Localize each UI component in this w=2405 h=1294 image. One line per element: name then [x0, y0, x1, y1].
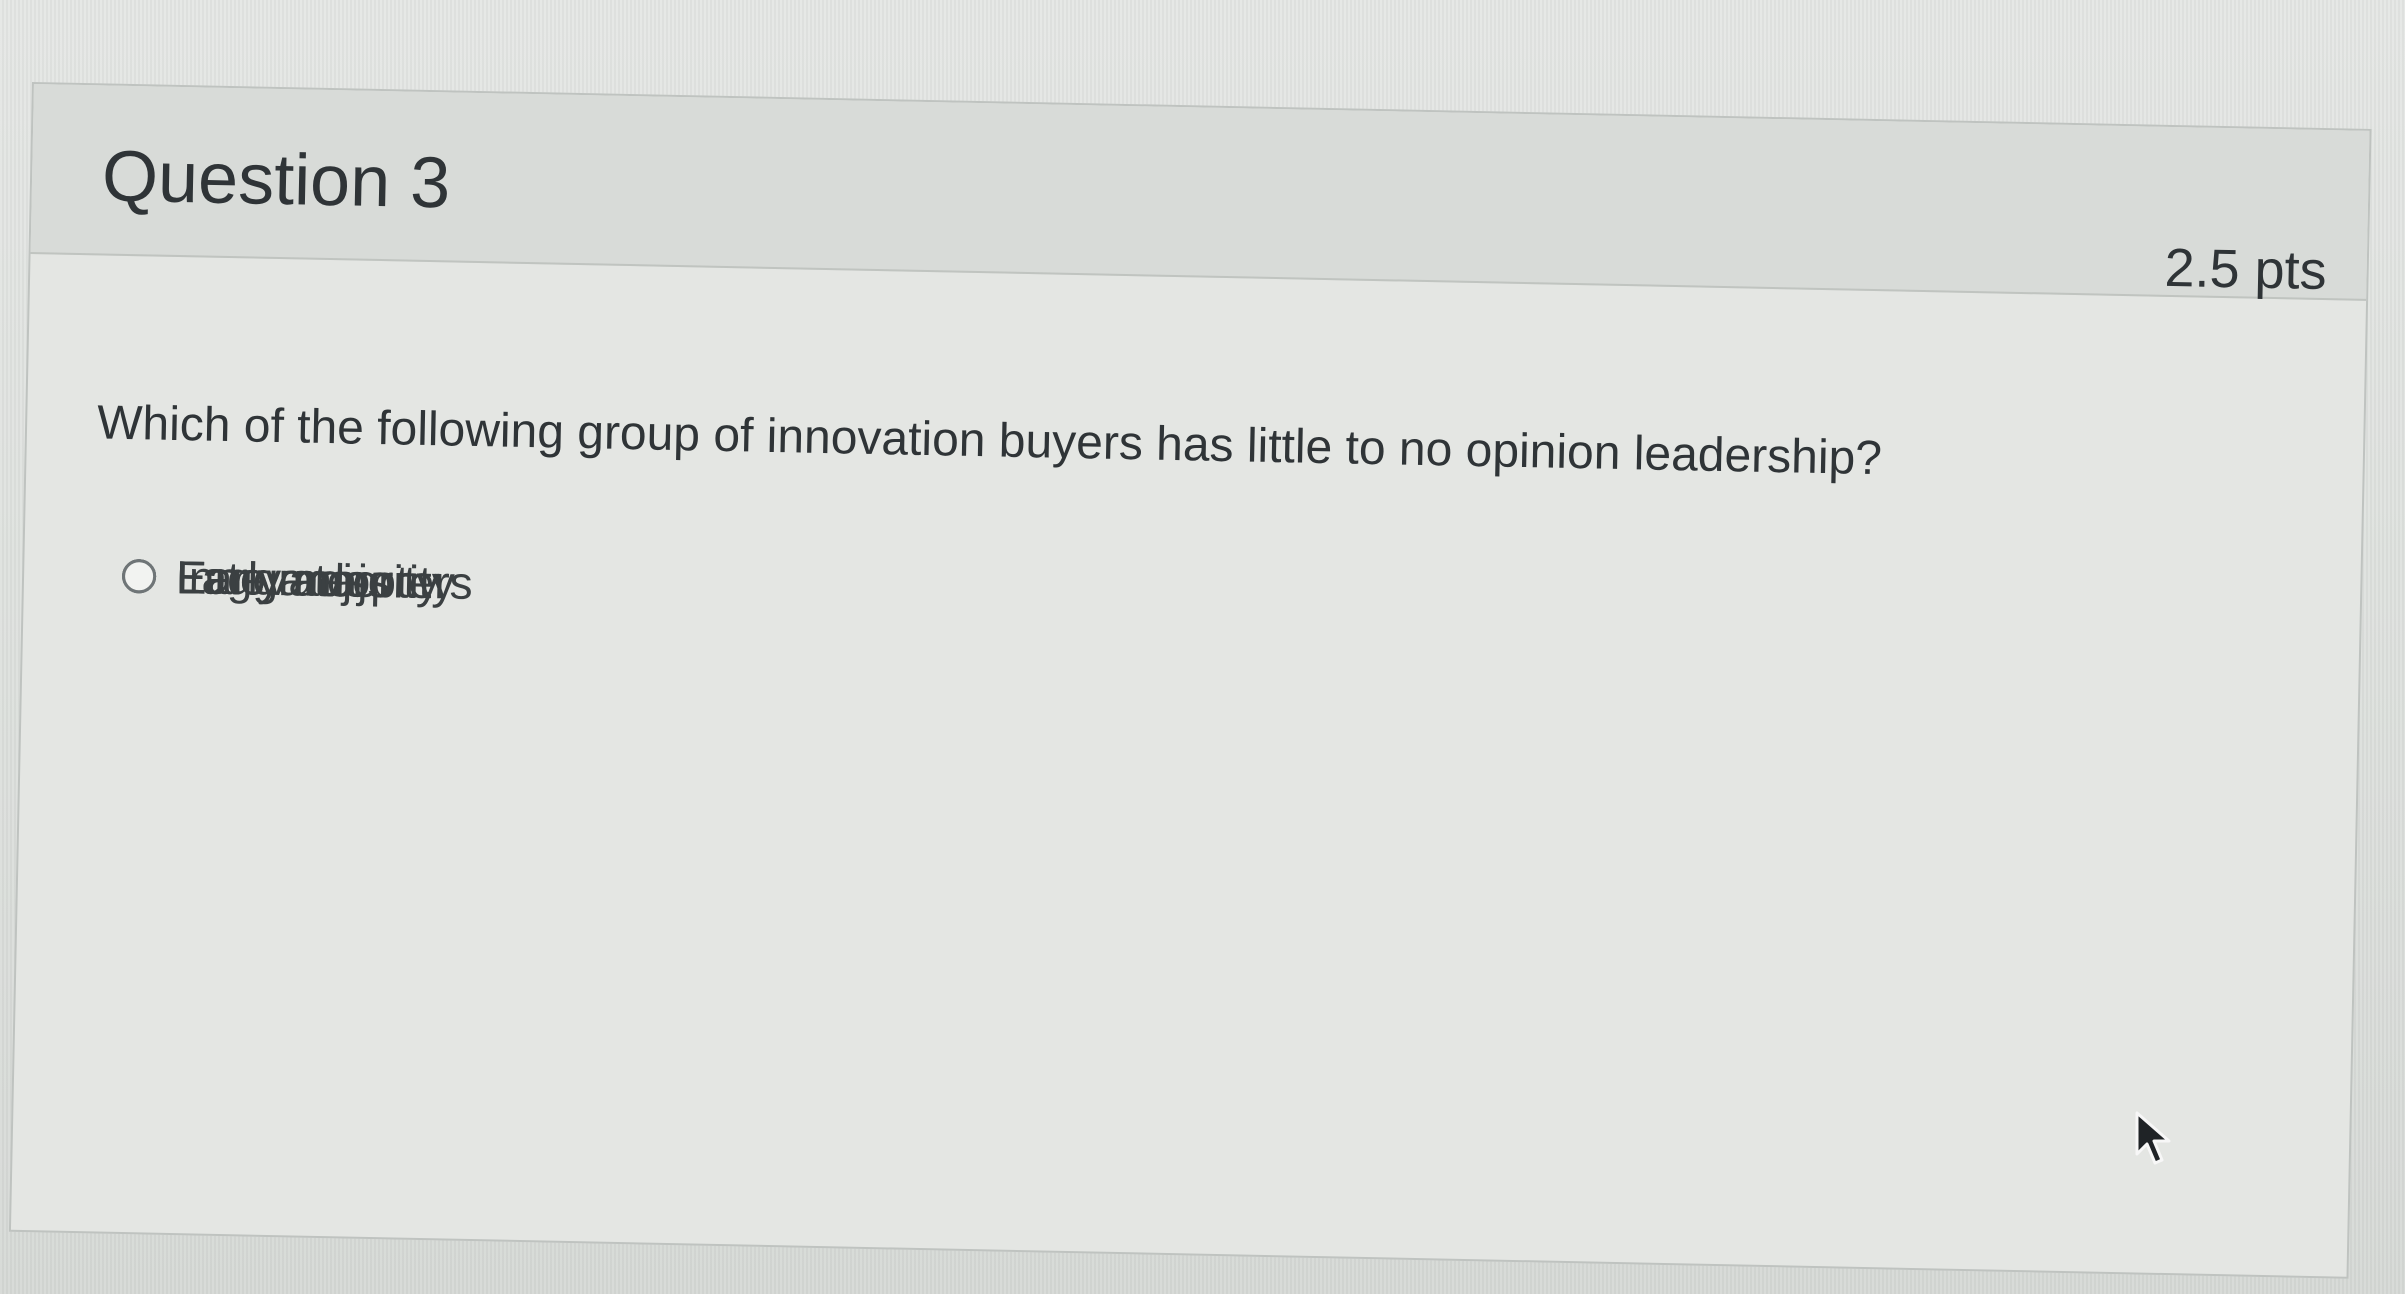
mouse-pointer-icon [2135, 1111, 2171, 1165]
answer-list: Late majority Innovators Early majority … [95, 510, 2305, 609]
answer-label: Early adopters [175, 550, 474, 609]
radio-button-unselected[interactable] [121, 558, 157, 594]
question-title: Question 3 [101, 136, 452, 224]
question-prompt: Which of the following group of innovati… [96, 396, 1883, 486]
question-body: Which of the following group of innovati… [11, 254, 2366, 1281]
question-points: 2.5 pts [2163, 237, 2328, 302]
question-card: Question 3 2.5 pts Which of the followin… [8, 82, 2372, 1281]
